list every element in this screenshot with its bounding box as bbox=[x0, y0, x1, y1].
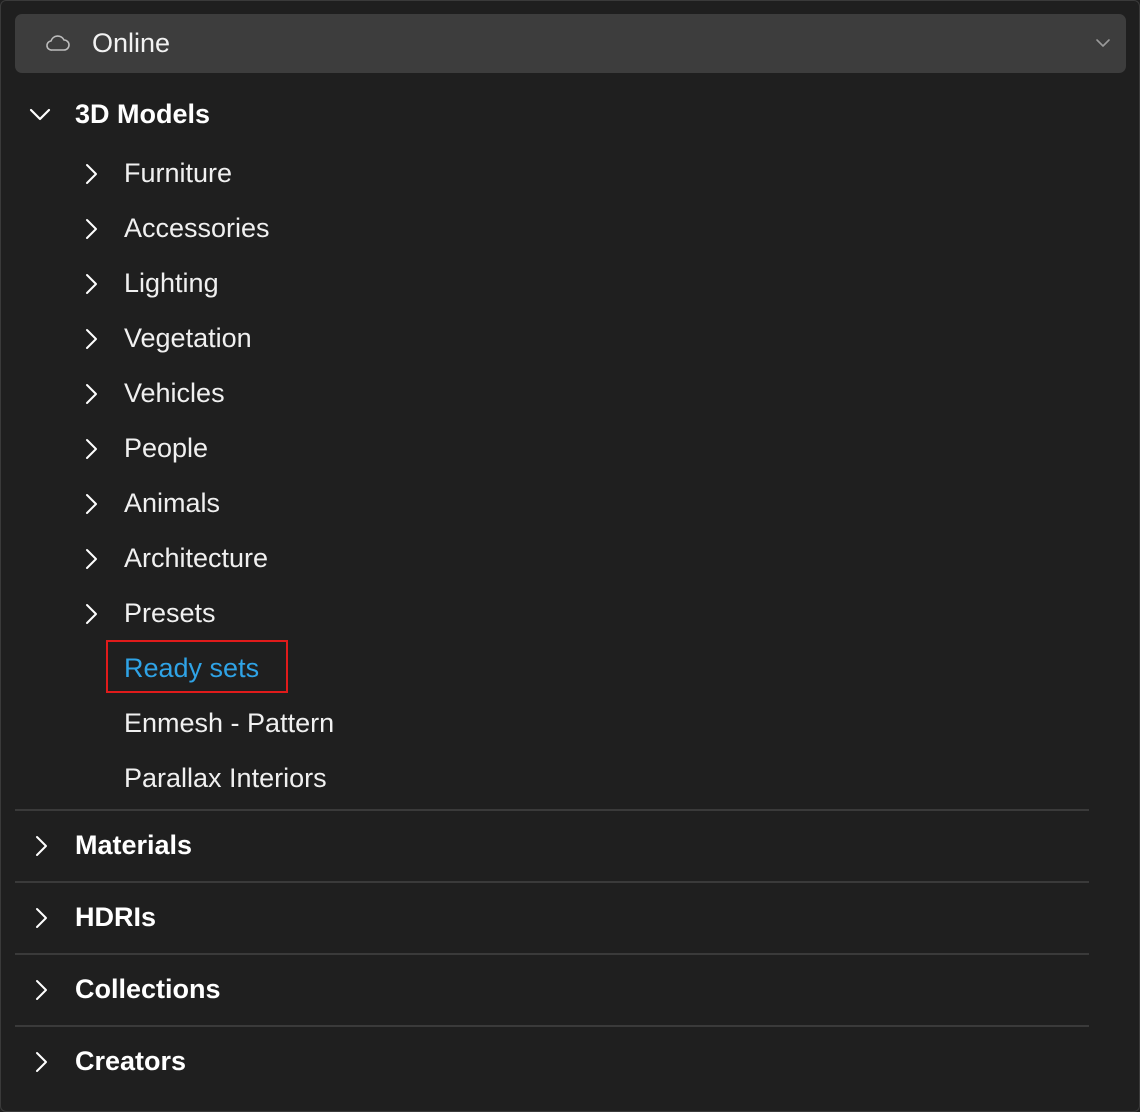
tree-item-label: Vehicles bbox=[124, 378, 225, 408]
chevron-right-icon bbox=[86, 549, 97, 569]
source-dropdown-value: Online bbox=[92, 28, 171, 58]
tree-item-label: Architecture bbox=[124, 543, 269, 573]
tree-item-enmesh-pattern[interactable]: Enmesh - Pattern bbox=[0, 700, 1100, 748]
chevron-right-icon bbox=[86, 329, 97, 349]
tree-item-label: Vegetation bbox=[124, 323, 252, 353]
tree-item-label: Furniture bbox=[124, 158, 233, 188]
selection-highlight bbox=[106, 640, 288, 693]
chevron-right-icon bbox=[86, 494, 97, 514]
chevron-right-icon bbox=[86, 274, 97, 294]
tree-item-label: Accessories bbox=[124, 213, 270, 243]
divider bbox=[15, 1025, 1089, 1027]
chevron-down-icon bbox=[1096, 39, 1110, 47]
tree-item-label: Lighting bbox=[124, 268, 219, 298]
divider bbox=[15, 809, 1089, 811]
source-dropdown[interactable]: Online bbox=[15, 14, 1126, 73]
divider bbox=[15, 881, 1089, 883]
tree-item-label: Enmesh - Pattern bbox=[124, 708, 335, 738]
section-materials[interactable]: Materials bbox=[0, 822, 1100, 870]
tree-item-vehicles[interactable]: Vehicles bbox=[0, 370, 1100, 418]
tree-item-label: Presets bbox=[124, 598, 216, 628]
tree-item-animals[interactable]: Animals bbox=[0, 480, 1100, 528]
tree-item-label: Parallax Interiors bbox=[124, 763, 327, 793]
section-creators[interactable]: Creators bbox=[0, 1038, 1100, 1086]
section-3d-models[interactable]: 3D Models bbox=[0, 90, 1100, 138]
chevron-right-icon bbox=[86, 384, 97, 404]
tree-item-architecture[interactable]: Architecture bbox=[0, 535, 1100, 583]
tree-item-lighting[interactable]: Lighting bbox=[0, 260, 1100, 308]
tree-item-vegetation[interactable]: Vegetation bbox=[0, 315, 1100, 363]
chevron-right-icon bbox=[36, 836, 47, 856]
cloud-icon bbox=[46, 35, 70, 51]
chevron-down-icon bbox=[29, 108, 51, 121]
chevron-right-icon bbox=[86, 219, 97, 239]
tree-item-parallax-interiors[interactable]: Parallax Interiors bbox=[0, 755, 1100, 803]
section-label: Materials bbox=[75, 830, 193, 860]
chevron-right-icon bbox=[36, 980, 47, 1000]
tree-item-label: Animals bbox=[124, 488, 221, 518]
tree-item-label: People bbox=[124, 433, 209, 463]
section-label: Creators bbox=[75, 1046, 187, 1076]
tree-item-accessories[interactable]: Accessories bbox=[0, 205, 1100, 253]
section-collections[interactable]: Collections bbox=[0, 966, 1100, 1014]
section-hdris[interactable]: HDRIs bbox=[0, 894, 1100, 942]
tree-item-furniture[interactable]: Furniture bbox=[0, 150, 1100, 198]
section-label: Collections bbox=[75, 974, 221, 1004]
chevron-right-icon bbox=[36, 908, 47, 928]
section-label: HDRIs bbox=[75, 902, 157, 932]
divider bbox=[15, 953, 1089, 955]
tree-item-people[interactable]: People bbox=[0, 425, 1100, 473]
section-label: 3D Models bbox=[75, 99, 211, 129]
chevron-right-icon bbox=[86, 439, 97, 459]
chevron-right-icon bbox=[86, 604, 97, 624]
chevron-right-icon bbox=[36, 1052, 47, 1072]
tree-item-presets[interactable]: Presets bbox=[0, 590, 1100, 638]
chevron-right-icon bbox=[86, 164, 97, 184]
